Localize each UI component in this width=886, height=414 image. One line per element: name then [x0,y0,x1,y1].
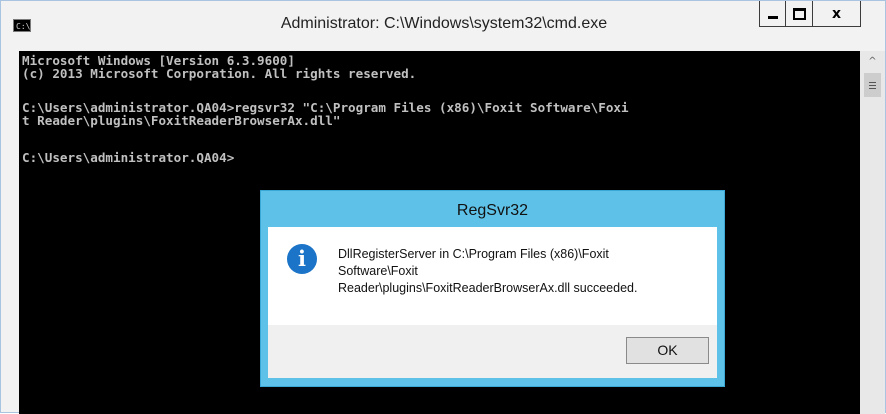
cmd-window: C:\ Administrator: C:\Windows\system32\c… [0,0,886,414]
minimize-button[interactable] [759,1,786,27]
dialog-footer: OK [268,325,717,378]
maximize-button[interactable] [786,1,813,27]
info-icon: i [287,244,317,274]
close-icon: x [831,5,842,22]
message-line: Software\Foxit [338,264,418,278]
dialog-title: RegSvr32 [456,202,529,219]
scroll-up-arrow-icon[interactable]: ^ [860,51,885,73]
console-line: (c) 2013 Microsoft Corporation. All righ… [22,66,417,81]
scroll-thumb[interactable] [864,73,881,97]
message-line: Reader\plugins\FoxitReaderBrowserAx.dll … [338,281,638,295]
console-prompt: C:\Users\administrator.QA04> [22,150,235,165]
close-button[interactable]: x [813,1,861,27]
vertical-scrollbar[interactable]: ^ [860,51,885,414]
grip-icon [869,81,876,89]
maximize-icon [792,7,806,20]
ok-button[interactable]: OK [626,337,709,364]
window-title: Administrator: C:\Windows\system32\cmd.e… [280,15,608,32]
title-bar[interactable]: C:\ Administrator: C:\Windows\system32\c… [1,1,885,51]
message-line: DllRegisterServer in C:\Program Files (x… [338,247,609,261]
dialog-body: i DllRegisterServer in C:\Program Files … [268,227,717,325]
regsvr32-dialog: RegSvr32 i DllRegisterServer in C:\Progr… [260,190,725,387]
console-line: t Reader\plugins\FoxitReaderBrowserAx.dl… [22,113,341,128]
minimize-icon [767,15,778,19]
dialog-message: DllRegisterServer in C:\Program Files (x… [338,246,708,297]
